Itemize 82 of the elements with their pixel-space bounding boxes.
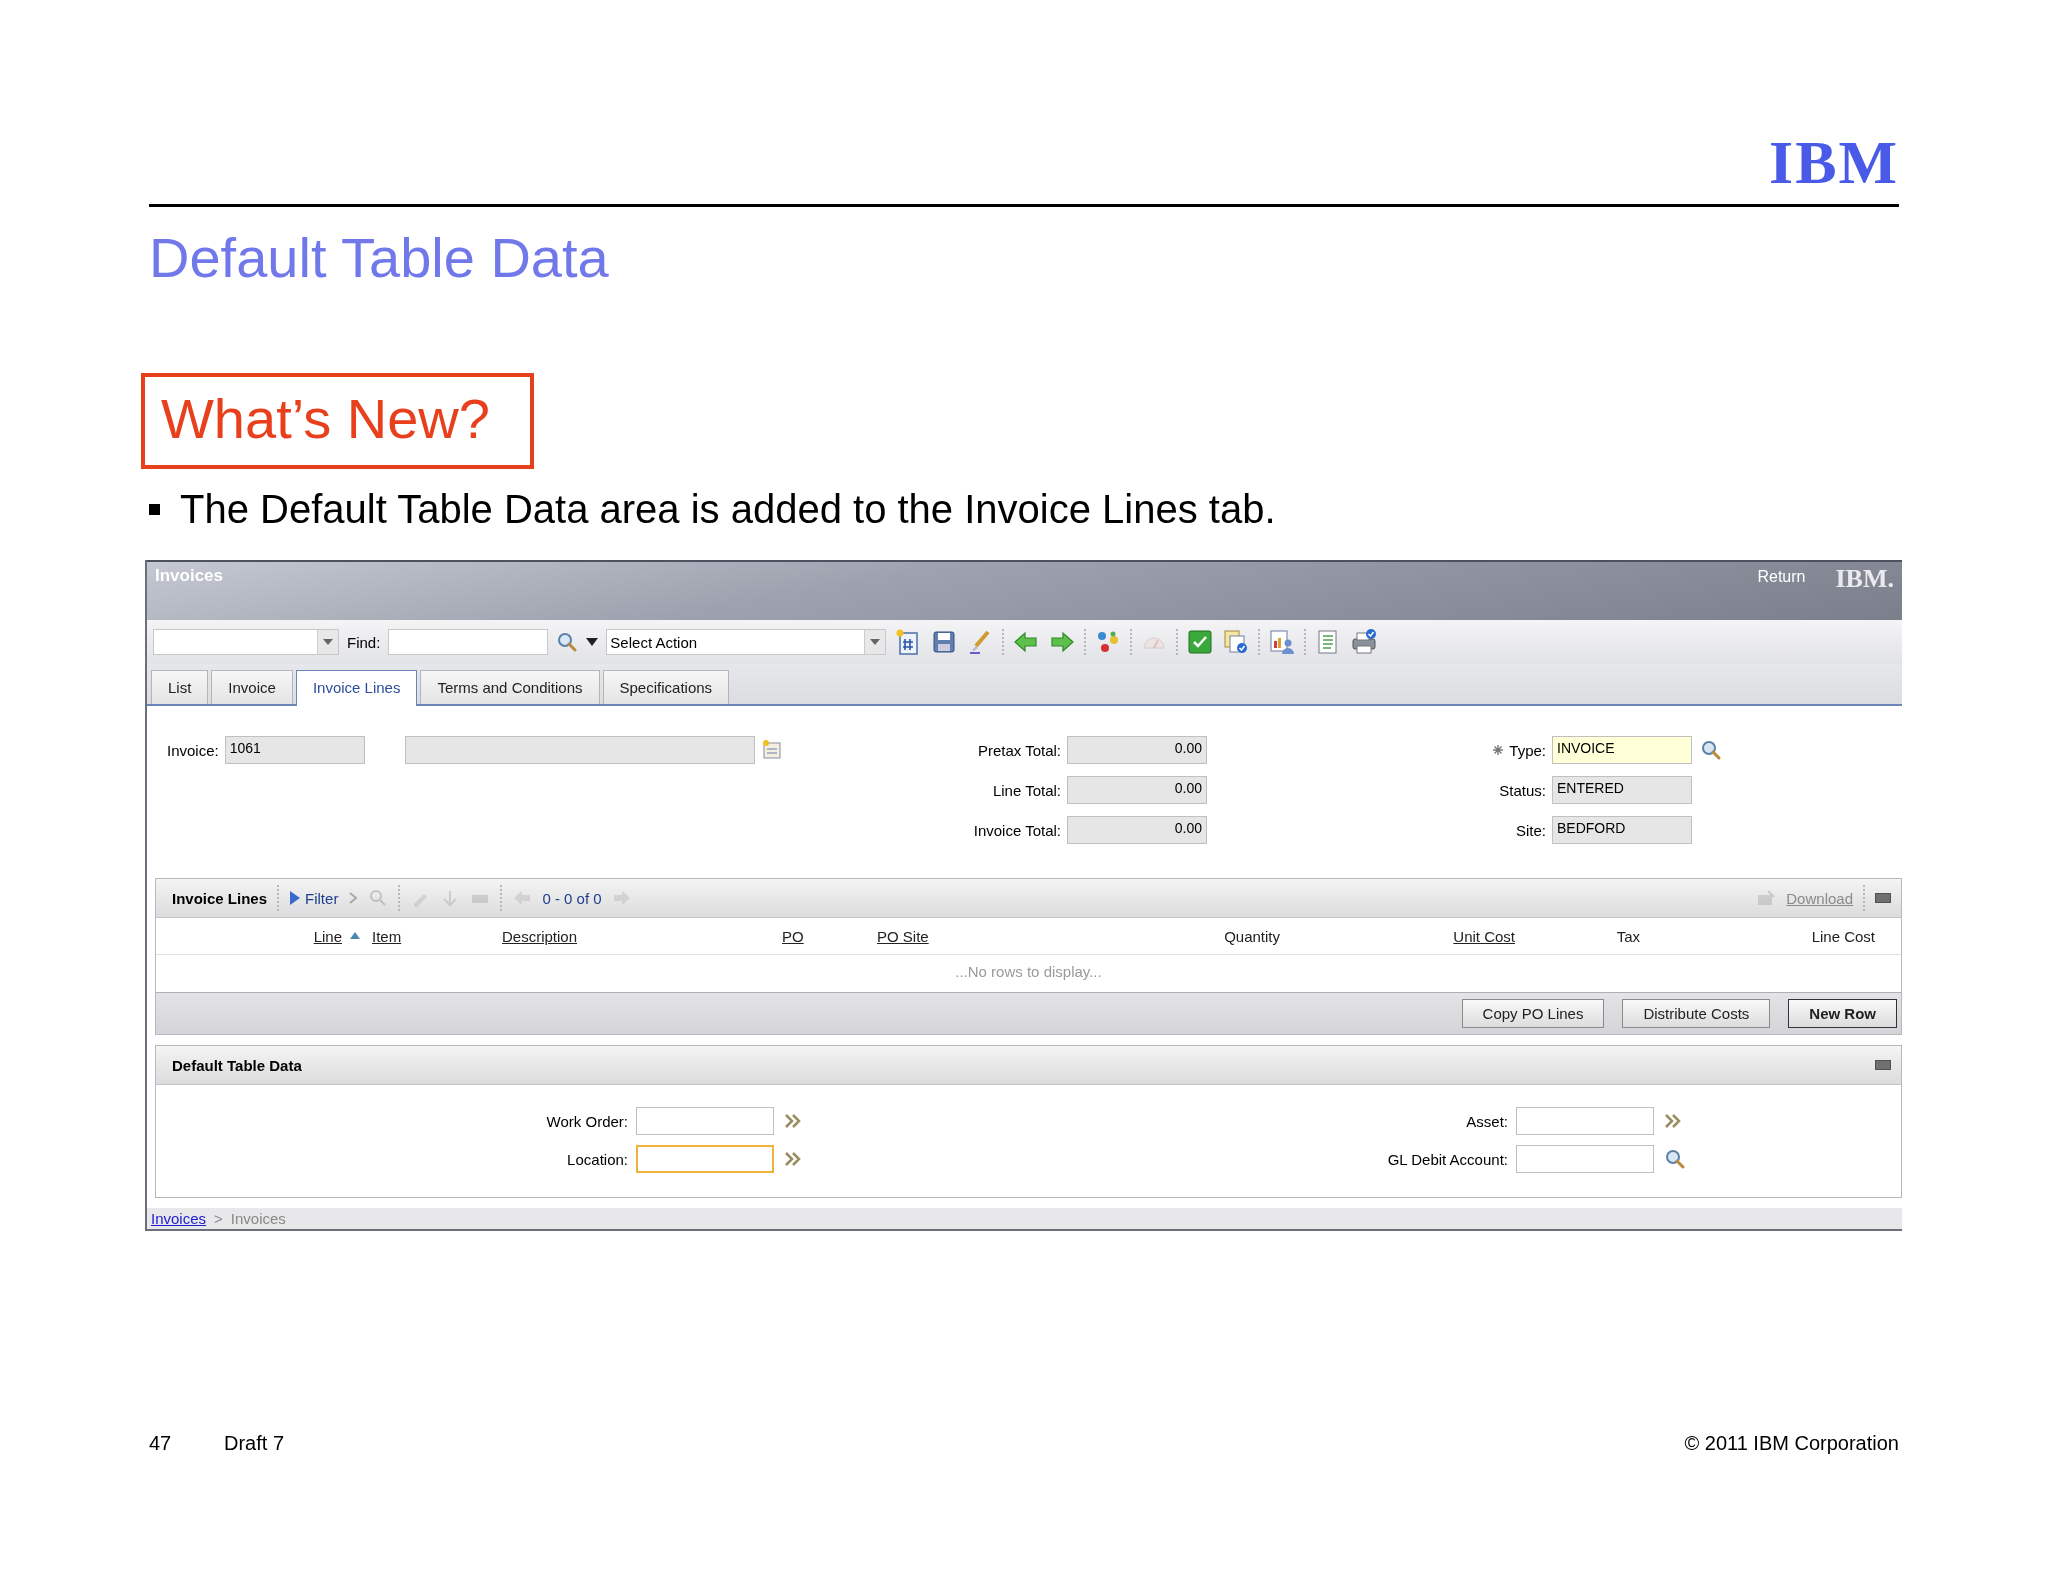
input-field[interactable] — [1516, 1107, 1654, 1135]
callout-title: What’s New? — [141, 373, 534, 469]
field-label: Invoice: — [167, 741, 219, 759]
detail-field[interactable]: BEDFORD — [1552, 816, 1692, 844]
breadcrumb-link[interactable]: Invoices — [151, 1210, 207, 1227]
collapse-icon[interactable] — [1875, 893, 1891, 903]
tab[interactable]: Invoice Lines — [295, 670, 418, 706]
checkmark-icon[interactable] — [1186, 628, 1215, 656]
search-icon[interactable] — [1700, 739, 1722, 761]
double-chevron-icon[interactable] — [784, 1113, 802, 1129]
total-field: 0.00 — [1067, 736, 1207, 764]
field-label: Line Total: — [992, 781, 1061, 799]
sort-icon[interactable] — [350, 932, 360, 940]
chevron-icon[interactable] — [348, 891, 359, 905]
detail-field[interactable]: INVOICE — [1552, 736, 1692, 764]
field-label: Asset: — [1465, 1112, 1509, 1130]
column-header: Line Cost — [1810, 927, 1876, 945]
filter-icon[interactable] — [289, 890, 302, 906]
slide-title: Default Table Data — [149, 225, 610, 291]
return-link[interactable]: Return — [1757, 568, 1806, 586]
long-description-icon[interactable] — [760, 739, 783, 761]
brand-logo: IBM. — [1835, 564, 1894, 594]
column-header[interactable]: Line — [176, 927, 366, 945]
column-header[interactable]: PO — [776, 927, 871, 945]
app-title: Invoices — [155, 566, 224, 586]
copyright: © 2011 IBM Corporation — [1684, 1432, 1899, 1455]
collapse-icon[interactable] — [1875, 1060, 1891, 1070]
search-icon[interactable] — [1664, 1148, 1686, 1170]
print-icon[interactable] — [1350, 628, 1379, 656]
description-field[interactable] — [404, 736, 755, 764]
download-icon[interactable] — [1756, 889, 1777, 907]
bullet-icon — [149, 504, 160, 515]
detail-field[interactable]: ENTERED — [1552, 776, 1692, 804]
column-header[interactable]: Description — [496, 927, 776, 945]
tab[interactable]: Terms and Conditions — [420, 670, 600, 704]
breadcrumb-current: Invoices — [230, 1210, 286, 1227]
double-chevron-icon[interactable] — [784, 1151, 802, 1167]
field-label: Location: — [566, 1150, 629, 1168]
report-person-icon[interactable] — [1268, 628, 1297, 656]
draft-label: Draft 7 — [224, 1432, 285, 1455]
tab[interactable]: Invoice — [211, 670, 293, 704]
field-label: Invoice Total: — [973, 821, 1061, 839]
tab[interactable]: Specifications — [602, 670, 730, 704]
column-header: Quantity — [1223, 927, 1281, 945]
find-label: Find: — [347, 633, 381, 651]
find-field[interactable] — [388, 629, 549, 655]
input-field[interactable] — [636, 1107, 774, 1135]
section-title: Default Table Data — [172, 1056, 302, 1074]
column-header: Tax — [1615, 927, 1641, 945]
column-header[interactable]: Item — [366, 927, 496, 945]
tab[interactable]: List — [151, 670, 209, 704]
input-field[interactable] — [1516, 1145, 1654, 1173]
pager-text: 0 - 0 of 0 — [542, 889, 602, 907]
field-label: Work Order: — [545, 1112, 629, 1130]
action-dropdown[interactable]: Select Action — [606, 629, 887, 655]
action-button[interactable]: Copy PO Lines — [1461, 999, 1605, 1028]
field-label: Status: — [1499, 781, 1546, 799]
field-label: Type: — [1509, 741, 1546, 759]
input-field[interactable] — [636, 1145, 774, 1173]
field-label: GL Debit Account: — [1386, 1150, 1509, 1168]
field-label: Pretax Total: — [977, 741, 1061, 759]
column-header[interactable]: Unit Cost — [1286, 927, 1521, 945]
search-icon[interactable] — [556, 631, 579, 653]
total-field: 0.00 — [1067, 816, 1207, 844]
total-field: 0.00 — [1067, 776, 1207, 804]
field-label: Site: — [1516, 821, 1546, 839]
double-chevron-icon[interactable] — [1664, 1113, 1682, 1129]
caret-icon — [870, 639, 881, 645]
breadcrumb-separator: > — [214, 1210, 223, 1227]
caret-icon — [323, 639, 333, 645]
invoice-number-field[interactable]: 1061 — [224, 736, 365, 764]
query-dropdown[interactable] — [153, 629, 339, 655]
page-number: 47 — [149, 1432, 173, 1455]
bullet-text: The Default Table Data area is added to the Invoice Lines tab. — [180, 487, 1276, 532]
column-header[interactable]: PO Site — [871, 927, 1066, 945]
action-button[interactable]: Distribute Costs — [1622, 999, 1771, 1028]
filter-button[interactable]: Filter — [289, 889, 339, 907]
section-title: Invoice Lines — [172, 889, 268, 907]
caret-icon[interactable] — [586, 638, 599, 646]
empty-message: ...No rows to display... — [954, 962, 1103, 982]
action-button[interactable]: New Row — [1788, 999, 1897, 1028]
logo: IBM — [1769, 134, 1899, 198]
